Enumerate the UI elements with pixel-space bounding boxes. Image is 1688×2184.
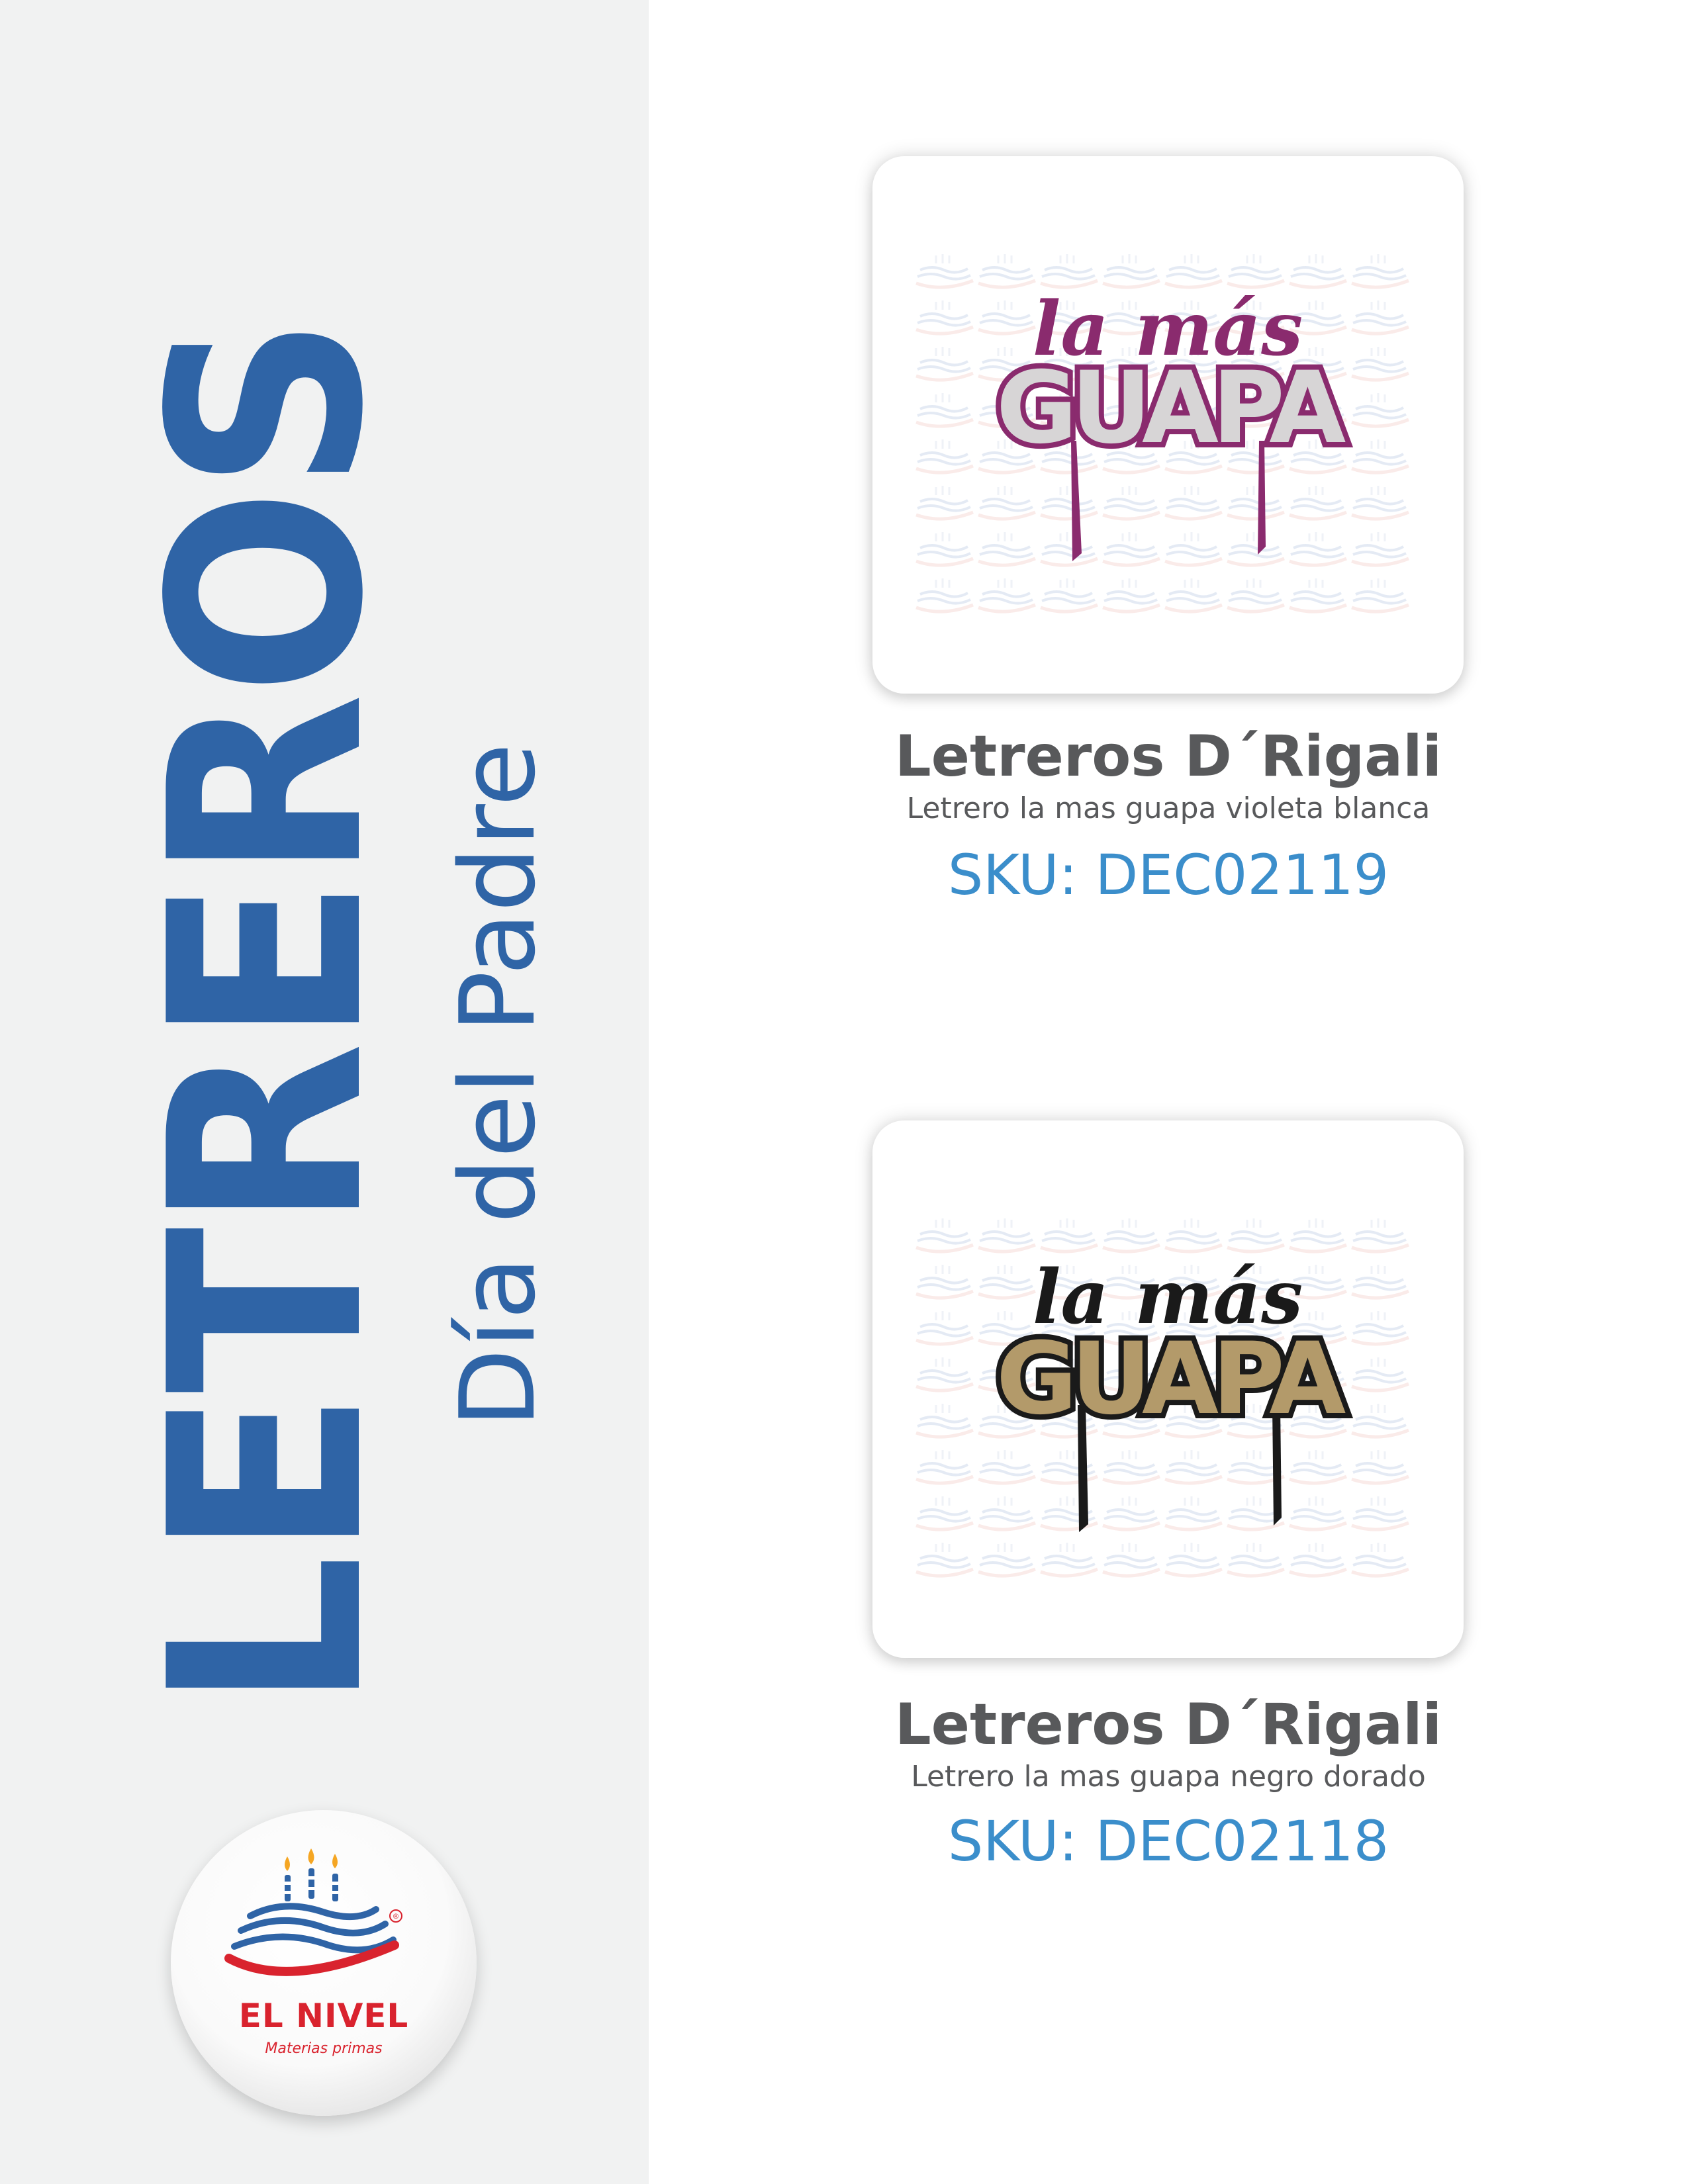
watermark-cake-icon [1227, 1543, 1285, 1578]
watermark-cake-icon [1102, 254, 1160, 289]
watermark-cake-icon [915, 1543, 974, 1578]
watermark-cake-icon [915, 300, 974, 336]
watermark-cake-icon [1351, 1496, 1409, 1531]
watermark-cake-icon [1289, 254, 1347, 289]
watermark-cake-icon [915, 1265, 974, 1300]
topper-script-text: la más [1033, 1254, 1303, 1341]
watermark-cake-icon [915, 439, 974, 475]
watermark-cake-icon [978, 486, 1036, 521]
watermark-cake-icon [915, 578, 974, 614]
watermark-cake-icon [1102, 578, 1160, 614]
watermark-cake-icon [1102, 486, 1160, 521]
product-description: Letrero la mas guapa negro dorado [911, 1760, 1426, 1794]
watermark-cake-icon [1289, 1543, 1347, 1578]
watermark-cake-icon [1040, 1496, 1098, 1531]
watermark-cake-icon [1351, 1404, 1409, 1439]
watermark-cake-icon [915, 393, 974, 428]
watermark-cake-icon [1351, 393, 1409, 428]
watermark-cake-icon [1289, 1218, 1347, 1253]
product-sku: SKU: DEC02118 [947, 1809, 1389, 1874]
watermark-cake-icon [915, 1404, 974, 1439]
watermark-cake-icon [1102, 532, 1160, 567]
watermark-cake-icon [1351, 1311, 1409, 1346]
product-image-card[interactable]: GUAPA la más [872, 1120, 1464, 1658]
watermark-cake-icon [1289, 1450, 1347, 1485]
watermark-cake-icon [1351, 1218, 1409, 1253]
watermark-cake-icon [978, 1218, 1036, 1253]
watermark-cake-icon [915, 1450, 974, 1485]
watermark-cake-icon [915, 1357, 974, 1392]
watermark-cake-icon [1102, 1543, 1160, 1578]
product-name: Letreros D´Rigali [894, 723, 1442, 790]
watermark-cake-icon [915, 347, 974, 382]
cake-icon: ® [224, 1848, 402, 1976]
watermark-cake-icon [1102, 1496, 1160, 1531]
watermark-cake-icon [1289, 578, 1347, 614]
watermark-cake-icon [1040, 486, 1098, 521]
watermark-cake-icon [915, 1218, 974, 1253]
watermark-cake-icon [1351, 439, 1409, 475]
svg-text:®: ® [393, 1912, 400, 1921]
brand-name: EL NIVEL [238, 1997, 409, 2035]
watermark-cake-icon [1289, 486, 1347, 521]
watermark-cake-icon [1164, 532, 1223, 567]
watermark-cake-icon [1040, 254, 1098, 289]
watermark-cake-icon [978, 1496, 1036, 1531]
watermark-cake-icon [978, 1265, 1036, 1300]
watermark-cake-icon [978, 1543, 1036, 1578]
watermark-cake-icon [1227, 486, 1285, 521]
brand-logo: ® EL NIVEL Materias primas [171, 1810, 477, 2116]
watermark-cake-icon [1351, 532, 1409, 567]
watermark-cake-icon [1164, 1543, 1223, 1578]
watermark-cake-icon [1164, 1496, 1223, 1531]
watermark-cake-icon [1351, 1450, 1409, 1485]
watermark-cake-icon [1351, 1543, 1409, 1578]
watermark-cake-icon [1164, 1450, 1223, 1485]
watermark-cake-icon [1351, 300, 1409, 336]
product-description: Letrero la mas guapa violeta blanca [906, 792, 1430, 825]
watermark-cake-icon [915, 532, 974, 567]
watermark-cake-icon [1040, 578, 1098, 614]
product-image: GUAPA la más [915, 254, 1409, 614]
watermark-cake-icon [915, 254, 974, 289]
brand-tagline: Materias primas [265, 2040, 383, 2057]
watermark-cake-icon [978, 1450, 1036, 1485]
watermark-cake-icon [1227, 532, 1285, 567]
product-sku: SKU: DEC02119 [947, 842, 1389, 907]
watermark-cake-icon [1164, 254, 1223, 289]
watermark-cake-icon [1040, 532, 1098, 567]
watermark-cake-icon [978, 532, 1036, 567]
watermark-cake-icon [1164, 578, 1223, 614]
page-title: LETREROS [114, 318, 422, 1710]
watermark-cake-icon [1227, 578, 1285, 614]
product-image-card[interactable]: GUAPA la más [872, 156, 1464, 694]
watermark-cake-icon [1040, 1218, 1098, 1253]
watermark-cake-icon [1227, 1218, 1285, 1253]
watermark-cake-icon [1351, 254, 1409, 289]
page-subtitle: Día del Padre [438, 743, 558, 1428]
watermark-cake-icon [1351, 486, 1409, 521]
watermark-cake-icon [978, 300, 1036, 336]
watermark-cake-icon [978, 578, 1036, 614]
watermark-cake-icon [1351, 1357, 1409, 1392]
watermark-cake-icon [1102, 1450, 1160, 1485]
watermark-cake-icon [1164, 486, 1223, 521]
product-image: GUAPA la más [915, 1218, 1409, 1578]
watermark-cake-icon [1040, 1543, 1098, 1578]
watermark-cake-icon [1289, 532, 1347, 567]
watermark-cake-icon [915, 486, 974, 521]
topper-script-text: la más [1033, 286, 1303, 373]
watermark-cake-icon [1289, 1496, 1347, 1531]
watermark-cake-icon [1227, 254, 1285, 289]
watermark-cake-icon [915, 1496, 974, 1531]
watermark-cake-icon [978, 254, 1036, 289]
watermark-cake-icon [1040, 1450, 1098, 1485]
watermark-cake-icon [1102, 1218, 1160, 1253]
watermark-cake-icon [1351, 347, 1409, 382]
watermark-cake-icon [915, 1311, 974, 1346]
watermark-cake-icon [1164, 1218, 1223, 1253]
watermark-cake-icon [1351, 1265, 1409, 1300]
watermark-cake-icon [1351, 578, 1409, 614]
product-name: Letreros D´Rigali [894, 1692, 1442, 1758]
